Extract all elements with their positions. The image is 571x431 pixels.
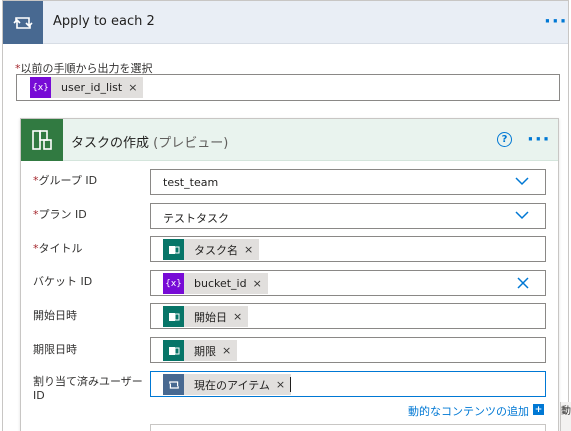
bucket-id-label-text: バケット ID bbox=[33, 275, 93, 288]
flow-designer-canvas: Apply to each 2 ··· *以前の手順から出力を選択 {x} us… bbox=[0, 0, 571, 431]
remove-token-icon[interactable]: × bbox=[233, 310, 248, 323]
bucket-id-token[interactable]: {x} bucket_id × bbox=[163, 273, 268, 294]
assignees-label-text: 割り当て済みユーザー ID bbox=[33, 375, 143, 402]
remove-token-icon[interactable]: × bbox=[222, 344, 237, 357]
assignees-label: 割り当て済みユーザー ID bbox=[33, 375, 145, 403]
chevron-down-icon[interactable] bbox=[515, 174, 529, 188]
start-date-label-text: 開始日時 bbox=[33, 309, 77, 322]
assignees-input[interactable]: 現在のアイテム × bbox=[150, 371, 546, 397]
plan-id-value: テストタスク bbox=[163, 212, 229, 225]
token-label: 現在のアイテム bbox=[194, 378, 270, 392]
remove-token-icon[interactable]: × bbox=[276, 378, 291, 391]
token-label: 開始日 bbox=[194, 310, 227, 324]
token-label: user_id_list bbox=[61, 81, 123, 94]
sharepoint-icon bbox=[163, 340, 184, 361]
chevron-down-icon[interactable] bbox=[515, 208, 529, 222]
next-field-input[interactable] bbox=[150, 424, 546, 431]
variable-icon: {x} bbox=[163, 273, 184, 294]
help-icon[interactable]: ? bbox=[497, 132, 512, 147]
create-task-title[interactable]: タスクの作成 (プレビュー) bbox=[71, 132, 228, 151]
remove-token-icon[interactable]: × bbox=[244, 243, 259, 256]
flyout-text: 動 bbox=[561, 406, 571, 417]
text-cursor bbox=[290, 377, 291, 392]
remove-token-icon[interactable]: × bbox=[253, 277, 268, 290]
plan-id-label: *プラン ID bbox=[33, 208, 145, 222]
clear-icon[interactable] bbox=[516, 276, 530, 290]
apply-to-each-header[interactable]: Apply to each 2 ··· bbox=[3, 1, 568, 44]
title-label-text: タイトル bbox=[38, 242, 83, 255]
start-date-label: 開始日時 bbox=[33, 309, 145, 323]
user-id-list-token[interactable]: {x} user_id_list × bbox=[30, 77, 144, 98]
due-date-label-text: 期限日時 bbox=[33, 343, 77, 356]
title-input[interactable]: タスク名 × bbox=[150, 236, 546, 262]
start-date-token[interactable]: 開始日 × bbox=[163, 306, 249, 327]
variable-icon: {x} bbox=[30, 77, 51, 98]
current-item-token[interactable]: 現在のアイテム × bbox=[163, 374, 292, 395]
sharepoint-icon bbox=[163, 306, 184, 327]
bucket-id-input[interactable]: {x} bucket_id × bbox=[150, 270, 546, 296]
group-id-value: test_team bbox=[163, 176, 219, 189]
group-id-label-text: グループ ID bbox=[38, 174, 98, 187]
plan-id-dropdown[interactable]: テストタスク bbox=[150, 203, 546, 229]
due-date-label: 期限日時 bbox=[33, 343, 145, 357]
task-name-token[interactable]: タスク名 × bbox=[163, 239, 260, 260]
planner-icon bbox=[21, 119, 63, 161]
token-label: bucket_id bbox=[194, 277, 247, 290]
group-id-dropdown[interactable]: test_team bbox=[150, 169, 546, 195]
more-options-icon[interactable]: ··· bbox=[544, 13, 568, 31]
token-label: タスク名 bbox=[194, 243, 238, 257]
loop-icon bbox=[163, 374, 184, 395]
apply-to-each-title[interactable]: Apply to each 2 bbox=[53, 14, 155, 29]
title-label: *タイトル bbox=[33, 242, 145, 256]
start-date-input[interactable]: 開始日 × bbox=[150, 303, 546, 329]
more-options-icon[interactable]: ··· bbox=[527, 131, 551, 149]
apply-to-each-card: Apply to each 2 ··· *以前の手順から出力を選択 {x} us… bbox=[2, 0, 569, 431]
create-task-card: タスクの作成 (プレビュー) ? ··· *グループ ID test_team … bbox=[20, 118, 559, 431]
sharepoint-icon bbox=[163, 239, 184, 260]
create-task-header[interactable]: タスクの作成 (プレビュー) ? ··· bbox=[21, 119, 558, 161]
group-id-label: *グループ ID bbox=[33, 174, 145, 188]
token-label: 期限 bbox=[194, 344, 216, 358]
due-date-input[interactable]: 期限 × bbox=[150, 337, 546, 363]
loop-icon bbox=[3, 1, 43, 44]
select-output-input[interactable]: {x} user_id_list × bbox=[16, 74, 560, 101]
dynamic-content-flyout-edge[interactable]: 動 bbox=[560, 402, 571, 431]
due-date-token[interactable]: 期限 × bbox=[163, 340, 238, 361]
add-dynamic-content-link[interactable]: 動的なコンテンツの追加 bbox=[408, 403, 529, 419]
remove-token-icon[interactable]: × bbox=[128, 81, 143, 94]
bucket-id-label: バケット ID bbox=[33, 275, 145, 289]
add-dynamic-content-icon[interactable]: + bbox=[533, 404, 544, 415]
create-task-title-text: タスクの作成 bbox=[71, 136, 150, 151]
preview-tag: (プレビュー) bbox=[153, 136, 229, 151]
plan-id-label-text: プラン ID bbox=[38, 208, 87, 221]
